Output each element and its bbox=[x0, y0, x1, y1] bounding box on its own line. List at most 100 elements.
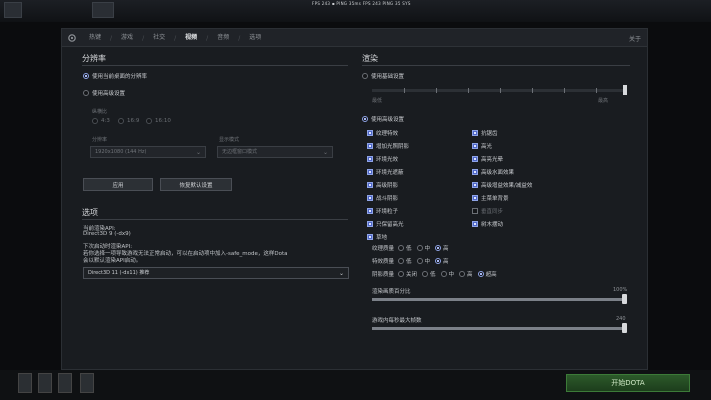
render-api-dropdown[interactable]: Direct3D 11 (-dx11) 推荐 ⌄ bbox=[83, 267, 349, 279]
checkbox-box bbox=[367, 169, 373, 175]
checkbox-label: 高级水面效果 bbox=[481, 170, 515, 176]
tab-audio[interactable]: 音频 bbox=[208, 29, 238, 47]
render-scale-label: 渲染画质百分比 bbox=[372, 289, 411, 295]
additive-light-checkbox[interactable]: 增加光照阴影 bbox=[367, 142, 409, 150]
effects-quality-medium[interactable]: 中 bbox=[416, 257, 430, 265]
use-advanced-resolution-radio[interactable]: 使用高级设置 bbox=[83, 89, 125, 97]
specular-only-checkbox[interactable]: 只保留高光 bbox=[367, 220, 404, 228]
checkbox-box bbox=[367, 234, 373, 240]
slider-fill bbox=[372, 298, 627, 301]
radio-label: 使用高级设置 bbox=[92, 91, 126, 97]
shadow-quality-off[interactable]: 关闭 bbox=[398, 270, 417, 278]
apply-button[interactable]: 应用 bbox=[83, 178, 153, 191]
specular-checkbox[interactable]: 高光 bbox=[472, 142, 492, 150]
texture-quality-low[interactable]: 低 bbox=[398, 244, 412, 252]
resolution-dropdown-value: 1920x1080 (144 Hz) bbox=[95, 149, 147, 155]
render-quality-thumb[interactable] bbox=[623, 85, 627, 95]
radio-dot bbox=[477, 271, 484, 277]
shadow-quality-low[interactable]: 低 bbox=[422, 270, 436, 278]
about-link[interactable]: 关于 bbox=[629, 34, 641, 43]
shadow-quality-ultra[interactable]: 超高 bbox=[477, 270, 497, 278]
use-desktop-resolution-radio[interactable]: 使用当前桌面的分辨率 bbox=[83, 72, 147, 80]
effects-quality-row: 特效质量 低 中 高 bbox=[372, 257, 454, 265]
grass-checkbox[interactable]: 草地 bbox=[367, 233, 387, 241]
radio-label: 低 bbox=[430, 272, 436, 278]
slider-thumb[interactable] bbox=[622, 323, 627, 333]
party-slot[interactable] bbox=[38, 373, 52, 393]
section-divider bbox=[82, 219, 348, 220]
game-top-bar: FPS 243 ▪ PING 35ms FPS 243 PING 35 SYS bbox=[0, 0, 711, 22]
display-mode-dropdown[interactable]: 无边框窗口模式 ⌄ bbox=[217, 146, 333, 158]
section-divider bbox=[82, 65, 348, 66]
party-slot[interactable] bbox=[80, 373, 94, 393]
render-scale-slider[interactable] bbox=[372, 294, 627, 304]
use-basic-settings-radio[interactable]: 使用基础设置 bbox=[362, 72, 404, 80]
anti-aliasing-checkbox[interactable]: 抗锯齿 bbox=[472, 129, 498, 137]
max-fps-label: 游戏内每秒最大帧数 bbox=[372, 318, 422, 324]
ambient-particles-checkbox[interactable]: 环境粒子 bbox=[367, 207, 398, 215]
tree-sway-checkbox[interactable]: 树木摆动 bbox=[472, 220, 503, 228]
slider-thumb[interactable] bbox=[622, 294, 627, 304]
checkbox-box bbox=[367, 195, 373, 201]
tab-video[interactable]: 视频 bbox=[176, 29, 206, 47]
tab-options[interactable]: 选项 bbox=[240, 29, 270, 47]
hero-portrait-icon[interactable] bbox=[92, 2, 114, 18]
radio-label: 使用当前桌面的分辨率 bbox=[92, 74, 148, 80]
advanced-buff-effects-checkbox[interactable]: 高级增益效果/减益效 bbox=[472, 181, 532, 189]
radio-dot bbox=[398, 271, 404, 277]
dota-logo-icon[interactable] bbox=[4, 2, 22, 18]
party-slot[interactable] bbox=[58, 373, 72, 393]
checkbox-label: 高光 bbox=[481, 144, 493, 150]
checkbox-box bbox=[472, 169, 478, 175]
tab-game[interactable]: 游戏 bbox=[112, 29, 142, 47]
shadow-quality-high[interactable]: 高 bbox=[459, 270, 473, 278]
aspect-4-3-radio[interactable]: 4:3 bbox=[92, 118, 110, 124]
checkbox-label: 纹理特效 bbox=[376, 131, 399, 137]
radio-dot bbox=[459, 271, 466, 277]
bloom-checkbox[interactable]: 高亮光晕 bbox=[472, 155, 503, 163]
gear-icon[interactable] bbox=[67, 33, 77, 43]
checkbox-label: 增加光照阴影 bbox=[376, 144, 410, 150]
advanced-water-checkbox[interactable]: 高级水面效果 bbox=[472, 168, 514, 176]
main-menu-background-checkbox[interactable]: 主菜单背景 bbox=[472, 194, 509, 202]
checkbox-label: 战斗阴影 bbox=[376, 196, 399, 202]
ambient-light-checkbox[interactable]: 环境光效 bbox=[367, 155, 398, 163]
play-dota-button[interactable]: 开始DOTA bbox=[566, 374, 690, 392]
tab-social[interactable]: 社交 bbox=[144, 29, 174, 47]
vsync-checkbox[interactable]: 垂直同步 bbox=[472, 207, 503, 215]
tab-hotkeys[interactable]: 热键 bbox=[80, 29, 110, 47]
radio-dot bbox=[440, 271, 447, 277]
resolution-dropdown[interactable]: 1920x1080 (144 Hz) ⌄ bbox=[90, 146, 206, 158]
checkbox-box bbox=[367, 130, 373, 136]
advanced-shadows-checkbox[interactable]: 高级阴影 bbox=[367, 181, 398, 189]
shadow-quality-medium[interactable]: 中 bbox=[440, 270, 454, 278]
radio-label: 超高 bbox=[485, 272, 497, 278]
checkbox-box bbox=[472, 221, 478, 227]
radio-label: 高 bbox=[443, 246, 449, 252]
checkbox-label: 主菜单背景 bbox=[481, 196, 509, 202]
radio-dot bbox=[435, 258, 442, 264]
radio-dot bbox=[146, 118, 152, 124]
chevron-down-icon: ⌄ bbox=[338, 270, 344, 277]
radio-label: 中 bbox=[424, 246, 431, 252]
texture-effects-checkbox[interactable]: 纹理特效 bbox=[367, 129, 398, 137]
restore-defaults-button[interactable]: 恢复默认设置 bbox=[160, 178, 232, 191]
radio-dot bbox=[398, 245, 404, 251]
use-advanced-render-radio[interactable]: 使用高级设置 bbox=[362, 115, 404, 123]
radio-label: 高 bbox=[443, 259, 449, 265]
max-fps-slider[interactable] bbox=[372, 323, 627, 333]
radio-label: 使用基础设置 bbox=[371, 74, 405, 80]
ambient-occlusion-checkbox[interactable]: 环境光遮蔽 bbox=[367, 168, 404, 176]
checkbox-box bbox=[367, 182, 373, 188]
texture-quality-label: 纹理质量 bbox=[372, 246, 395, 252]
checkbox-label: 环境光遮蔽 bbox=[376, 170, 404, 176]
combat-shadows-checkbox[interactable]: 战斗阴影 bbox=[367, 194, 398, 202]
party-slot[interactable] bbox=[18, 373, 32, 393]
aspect-16-10-radio[interactable]: 16:10 bbox=[146, 118, 171, 124]
effects-quality-high[interactable]: 高 bbox=[435, 257, 449, 265]
effects-quality-low[interactable]: 低 bbox=[398, 257, 412, 265]
render-high-label: 最高 bbox=[598, 98, 609, 104]
texture-quality-high[interactable]: 高 bbox=[435, 244, 449, 252]
aspect-16-9-radio[interactable]: 16:9 bbox=[118, 118, 139, 124]
texture-quality-medium[interactable]: 中 bbox=[416, 244, 431, 252]
